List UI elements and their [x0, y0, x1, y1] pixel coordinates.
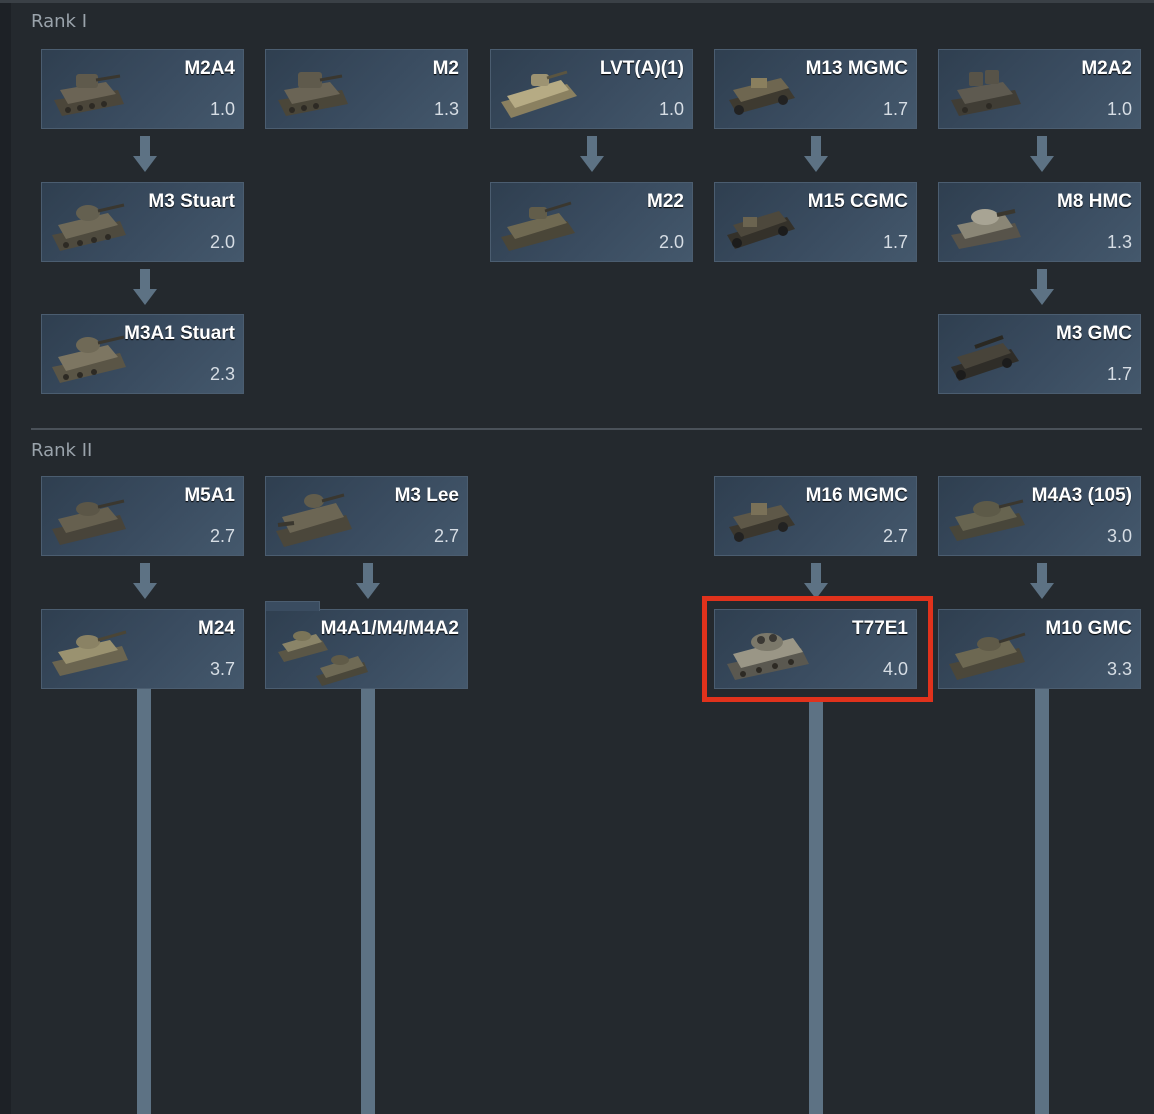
vehicle-name: M3 Lee	[394, 485, 459, 506]
battle-rating: 2.0	[658, 232, 684, 252]
vehicle-card-m2[interactable]: M2 1.3	[265, 49, 468, 129]
vehicle-name: M24	[198, 618, 235, 639]
vehicle-card-m13mgmc[interactable]: M13 MGMC 1.7	[714, 49, 917, 129]
vehicle-group-name: M4A1/M4/M4A2	[320, 618, 459, 639]
halftrack-aa-icon	[729, 78, 795, 115]
halftrack-icon	[951, 335, 1019, 381]
connector-line	[137, 689, 151, 1114]
battle-rating: 1.0	[658, 99, 684, 119]
vehicle-card-m2a2[interactable]: M2A2 1.0	[938, 49, 1141, 129]
arrow-down-icon	[1030, 136, 1054, 172]
vehicle-card-m8hmc[interactable]: M8 HMC 1.3	[938, 182, 1141, 262]
battle-rating: 3.7	[209, 659, 235, 679]
light-tank-icon	[501, 201, 575, 251]
battle-rating: 1.0	[1106, 99, 1132, 119]
vehicle-card-m3lee[interactable]: M3 Lee 2.7	[265, 476, 468, 556]
light-tank-icon	[278, 72, 348, 116]
vehicle-card-m10gmc[interactable]: M10 GMC 3.3	[938, 609, 1141, 689]
vehicle-name: M10 GMC	[1045, 618, 1132, 639]
battle-rating: 1.0	[209, 99, 235, 119]
light-tank-icon	[52, 203, 126, 251]
vehicle-card-m4a3-105[interactable]: M4A3 (105) 3.0	[938, 476, 1141, 556]
battle-rating: 2.7	[209, 526, 235, 546]
folder-tab	[265, 601, 320, 611]
vehicle-name: M3A1 Stuart	[124, 323, 235, 344]
connector-line	[809, 700, 823, 1114]
vehicle-card-m3a1stuart[interactable]: M3A1 Stuart 2.3	[41, 314, 244, 394]
medium-tank-icon	[949, 499, 1025, 541]
arrow-down-icon	[1030, 269, 1054, 305]
battle-rating: 1.3	[433, 99, 459, 119]
rank-1-label: Rank I	[31, 11, 88, 32]
vehicle-card-m15cgmc[interactable]: M15 CGMC 1.7	[714, 182, 917, 262]
battle-rating: 2.7	[433, 526, 459, 546]
vehicle-name: M8 HMC	[1057, 191, 1132, 212]
vehicle-group-m4[interactable]: M4A1/M4/M4A2	[265, 601, 468, 689]
top-panel-edge	[0, 0, 1154, 3]
battle-rating: 2.3	[209, 364, 235, 384]
howitzer-tank-icon	[951, 209, 1021, 249]
vehicle-card-m22[interactable]: M22 2.0	[490, 182, 693, 262]
light-tank-icon	[54, 74, 124, 116]
vehicle-name: M2A4	[184, 58, 235, 79]
light-tank-icon	[951, 70, 1021, 116]
vehicle-card-m24[interactable]: M24 3.7	[41, 609, 244, 689]
vehicle-name: LVT(A)(1)	[599, 58, 684, 79]
vehicle-card-m16mgmc[interactable]: M16 MGMC 2.7	[714, 476, 917, 556]
halftrack-aa-icon	[729, 503, 795, 542]
battle-rating: 1.7	[882, 99, 908, 119]
battle-rating: 2.7	[882, 526, 908, 546]
arrow-down-icon	[356, 563, 380, 599]
arrow-down-icon	[133, 136, 157, 172]
vehicle-name: M3 Stuart	[148, 191, 235, 212]
tank-destroyer-icon	[949, 632, 1026, 680]
vehicle-name: M4A3 (105)	[1031, 485, 1132, 506]
tech-tree: Rank I M2A4 1.0 M2 1.3 LVT(A)(1) 1.0 M13…	[0, 0, 1154, 1114]
vehicle-card-m3gmc[interactable]: M3 GMC 1.7	[938, 314, 1141, 394]
vehicle-name: M2	[432, 58, 459, 79]
vehicle-card-lvta1[interactable]: LVT(A)(1) 1.0	[490, 49, 693, 129]
rank-2-label: Rank II	[31, 440, 93, 461]
vehicle-card-m5a1[interactable]: M5A1 2.7	[41, 476, 244, 556]
vehicle-name: M5A1	[184, 485, 235, 506]
battle-rating: 3.0	[1106, 526, 1132, 546]
vehicle-card-m3stuart[interactable]: M3 Stuart 2.0	[41, 182, 244, 262]
battle-rating: 3.3	[1106, 659, 1132, 679]
battle-rating: 1.3	[1106, 232, 1132, 252]
light-tank-icon	[52, 630, 128, 676]
light-tank-icon	[52, 335, 126, 383]
left-panel-edge	[0, 0, 11, 1114]
battle-rating: 2.0	[209, 232, 235, 252]
rank-divider	[31, 428, 1142, 430]
arrow-down-icon	[804, 136, 828, 172]
amphibious-tank-icon	[501, 70, 577, 118]
connector-line	[1035, 689, 1049, 1114]
vehicle-name: M2A2	[1081, 58, 1132, 79]
vehicle-card-m2a4[interactable]: M2A4 1.0	[41, 49, 244, 129]
vehicle-name: M16 MGMC	[805, 485, 908, 506]
vehicle-name: M22	[647, 191, 684, 212]
arrow-down-icon	[804, 563, 828, 599]
arrow-down-icon	[580, 136, 604, 172]
selection-highlight	[702, 596, 933, 702]
connector-line	[361, 689, 375, 1114]
battle-rating: 1.7	[882, 232, 908, 252]
halftrack-aa-icon	[727, 211, 795, 249]
vehicle-name: M15 CGMC	[807, 191, 908, 212]
light-tank-icon	[52, 499, 126, 545]
arrow-down-icon	[1030, 563, 1054, 599]
battle-rating: 1.7	[1106, 364, 1132, 384]
vehicle-name: M3 GMC	[1056, 323, 1132, 344]
medium-tank-icon	[276, 493, 352, 547]
arrow-down-icon	[133, 563, 157, 599]
vehicle-name: M13 MGMC	[805, 58, 908, 79]
arrow-down-icon	[133, 269, 157, 305]
